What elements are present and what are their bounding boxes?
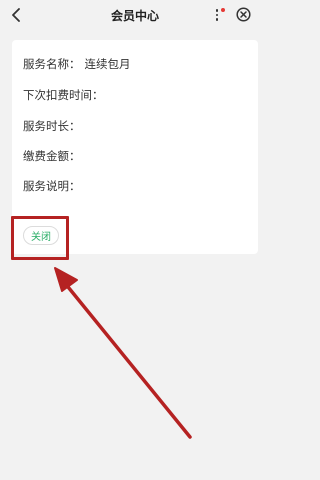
close-circle-icon [236,7,251,22]
service-name-row: 服务名称： 连续包月 [23,56,131,72]
service-description-label: 服务说明： [23,179,81,193]
payment-amount-label: 缴费金额： [23,149,81,163]
service-duration-label: 服务时长： [23,119,81,133]
service-name-label: 服务名称： [23,57,81,71]
top-navigation-bar: 会员中心 [0,0,270,30]
service-duration-row: 服务时长： [23,118,85,134]
highlight-box [11,216,69,260]
notification-dot [221,8,225,12]
next-billing-row: 下次扣费时间： [23,87,108,103]
arrow-shaft [62,280,192,439]
arrow-head [54,267,78,292]
member-center-page: 会员中心 服务名称： 连续包月 下次扣费时间： 服务时长： 缴费金额： 服务说明… [0,0,270,480]
page-title: 会员中心 [110,9,159,23]
close-miniprogram-button[interactable] [236,7,251,22]
more-options-button[interactable] [208,6,226,24]
more-vertical-icon [215,9,219,21]
next-billing-label: 下次扣费时间： [23,88,104,102]
payment-amount-row: 缴费金额： [23,148,85,164]
service-description-row: 服务说明： [23,178,85,194]
service-name-value: 连续包月 [84,57,131,71]
